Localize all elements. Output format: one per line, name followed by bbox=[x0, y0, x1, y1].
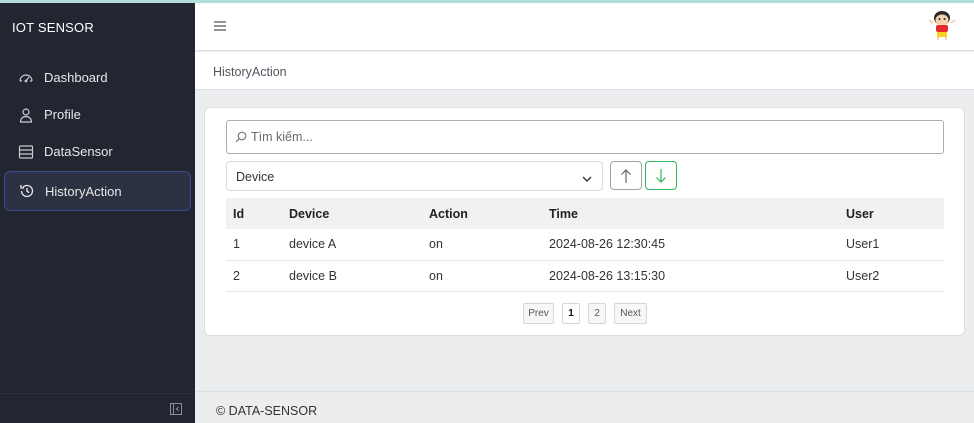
sidebar-nav: Dashboard Profile DataSensor HistoryActi… bbox=[4, 59, 191, 211]
cell-user: User1 bbox=[839, 229, 944, 261]
table-row: 1 device A on 2024-08-26 12:30:45 User1 bbox=[226, 229, 944, 261]
page-button-2[interactable]: 2 bbox=[588, 303, 606, 324]
search-box bbox=[226, 120, 944, 154]
table-header-row: Id Device Action Time User bbox=[226, 198, 944, 229]
column-header-user[interactable]: User bbox=[839, 198, 944, 229]
cell-time: 2024-08-26 13:15:30 bbox=[542, 260, 839, 292]
cell-id: 2 bbox=[226, 260, 282, 292]
sidebar-item-label: DataSensor bbox=[44, 144, 113, 159]
history-table: Id Device Action Time User 1 device A on… bbox=[226, 198, 944, 292]
sidebar-item-datasensor[interactable]: DataSensor bbox=[4, 133, 191, 170]
column-header-id[interactable]: Id bbox=[226, 198, 282, 229]
column-header-device[interactable]: Device bbox=[282, 198, 422, 229]
cell-device: device A bbox=[282, 229, 422, 261]
cell-action: on bbox=[422, 260, 542, 292]
next-page-button[interactable]: Next bbox=[614, 303, 647, 324]
history-card: Device Id Device Action Time User 1 devi… bbox=[204, 107, 965, 336]
sort-field-select[interactable]: Device bbox=[226, 161, 603, 191]
sort-ascending-button[interactable] bbox=[610, 161, 642, 190]
arrow-up-icon bbox=[621, 168, 631, 183]
cell-user: User2 bbox=[839, 260, 944, 292]
sidebar-item-profile[interactable]: Profile bbox=[4, 96, 191, 133]
pagination: Prev 1 2 Next bbox=[523, 303, 655, 324]
breadcrumb-current: HistoryAction bbox=[213, 65, 287, 79]
column-header-time[interactable]: Time bbox=[542, 198, 839, 229]
sidebar-item-label: Profile bbox=[44, 107, 81, 122]
top-accent-line bbox=[0, 0, 974, 3]
table-row: 2 device B on 2024-08-26 13:15:30 User2 bbox=[226, 260, 944, 292]
avatar-icon[interactable] bbox=[928, 9, 956, 41]
page-button-1[interactable]: 1 bbox=[562, 303, 580, 324]
cell-device: device B bbox=[282, 260, 422, 292]
brand-title: IOT SENSOR bbox=[12, 20, 94, 35]
search-input[interactable] bbox=[251, 121, 941, 153]
prev-page-button[interactable]: Prev bbox=[523, 303, 554, 324]
speedometer-icon bbox=[18, 70, 34, 86]
user-icon bbox=[18, 107, 34, 123]
footer-text: © DATA-SENSOR bbox=[216, 404, 318, 418]
column-header-action[interactable]: Action bbox=[422, 198, 542, 229]
cell-action: on bbox=[422, 229, 542, 261]
sort-field-value: Device bbox=[236, 170, 275, 184]
collapse-sidebar-icon[interactable] bbox=[170, 403, 182, 415]
cell-time: 2024-08-26 12:30:45 bbox=[542, 229, 839, 261]
history-icon bbox=[19, 183, 35, 199]
chevron-down-icon bbox=[582, 172, 592, 182]
footer: © DATA-SENSOR bbox=[195, 391, 974, 423]
hamburger-icon[interactable] bbox=[214, 20, 226, 32]
sort-descending-button[interactable] bbox=[645, 161, 677, 190]
cell-id: 1 bbox=[226, 229, 282, 261]
arrow-down-icon bbox=[656, 168, 666, 183]
sidebar-item-label: HistoryAction bbox=[45, 183, 122, 199]
sidebar-item-dashboard[interactable]: Dashboard bbox=[4, 59, 191, 96]
sidebar-divider bbox=[0, 393, 195, 394]
sidebar-item-label: Dashboard bbox=[44, 70, 108, 85]
top-header bbox=[195, 3, 974, 51]
list-icon bbox=[18, 144, 34, 160]
sidebar-item-historyaction[interactable]: HistoryAction bbox=[4, 171, 191, 211]
breadcrumb: HistoryAction bbox=[195, 52, 974, 90]
search-icon bbox=[235, 131, 247, 143]
sidebar: IOT SENSOR Dashboard Profile DataSensor … bbox=[0, 0, 195, 423]
